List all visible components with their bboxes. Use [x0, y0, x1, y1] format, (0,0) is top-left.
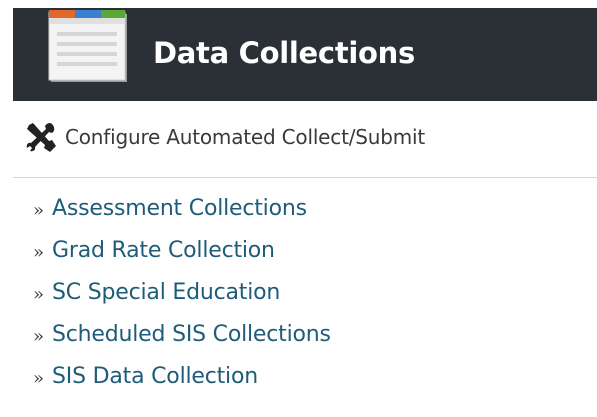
grad-rate-collection-link[interactable]: Grad Rate Collection	[52, 238, 275, 263]
configure-automated-link[interactable]: Configure Automated Collect/Submit	[13, 118, 597, 158]
list-item-sis-data-collection: » SIS Data Collection	[33, 355, 331, 397]
scheduled-sis-collections-link[interactable]: Scheduled SIS Collections	[52, 322, 331, 347]
configure-automated-label: Configure Automated Collect/Submit	[65, 125, 426, 149]
sc-special-education-link[interactable]: SC Special Education	[52, 280, 280, 305]
document-list-icon	[48, 10, 127, 82]
data-collections-panel: Data Collections Configure Automated Col…	[13, 0, 597, 417]
bullet-icon: »	[33, 200, 45, 222]
panel-header: Data Collections	[13, 8, 597, 101]
list-item-sc-special-education: » SC Special Education	[33, 272, 331, 314]
bullet-icon: »	[33, 325, 45, 347]
sis-data-collection-link[interactable]: SIS Data Collection	[52, 364, 258, 389]
bullet-icon: »	[33, 242, 45, 264]
list-item-scheduled-sis-collections: » Scheduled SIS Collections	[33, 313, 331, 355]
assessment-collections-link[interactable]: Assessment Collections	[52, 196, 307, 221]
list-item-assessment-collections: » Assessment Collections	[33, 188, 331, 230]
divider	[13, 177, 597, 178]
bullet-icon: »	[33, 283, 45, 305]
bullet-icon: »	[33, 367, 45, 389]
list-item-grad-rate-collection: » Grad Rate Collection	[33, 230, 331, 272]
page-title: Data Collections	[153, 36, 415, 70]
collections-link-list: » Assessment Collections » Grad Rate Col…	[33, 188, 331, 397]
tools-icon	[26, 122, 56, 152]
